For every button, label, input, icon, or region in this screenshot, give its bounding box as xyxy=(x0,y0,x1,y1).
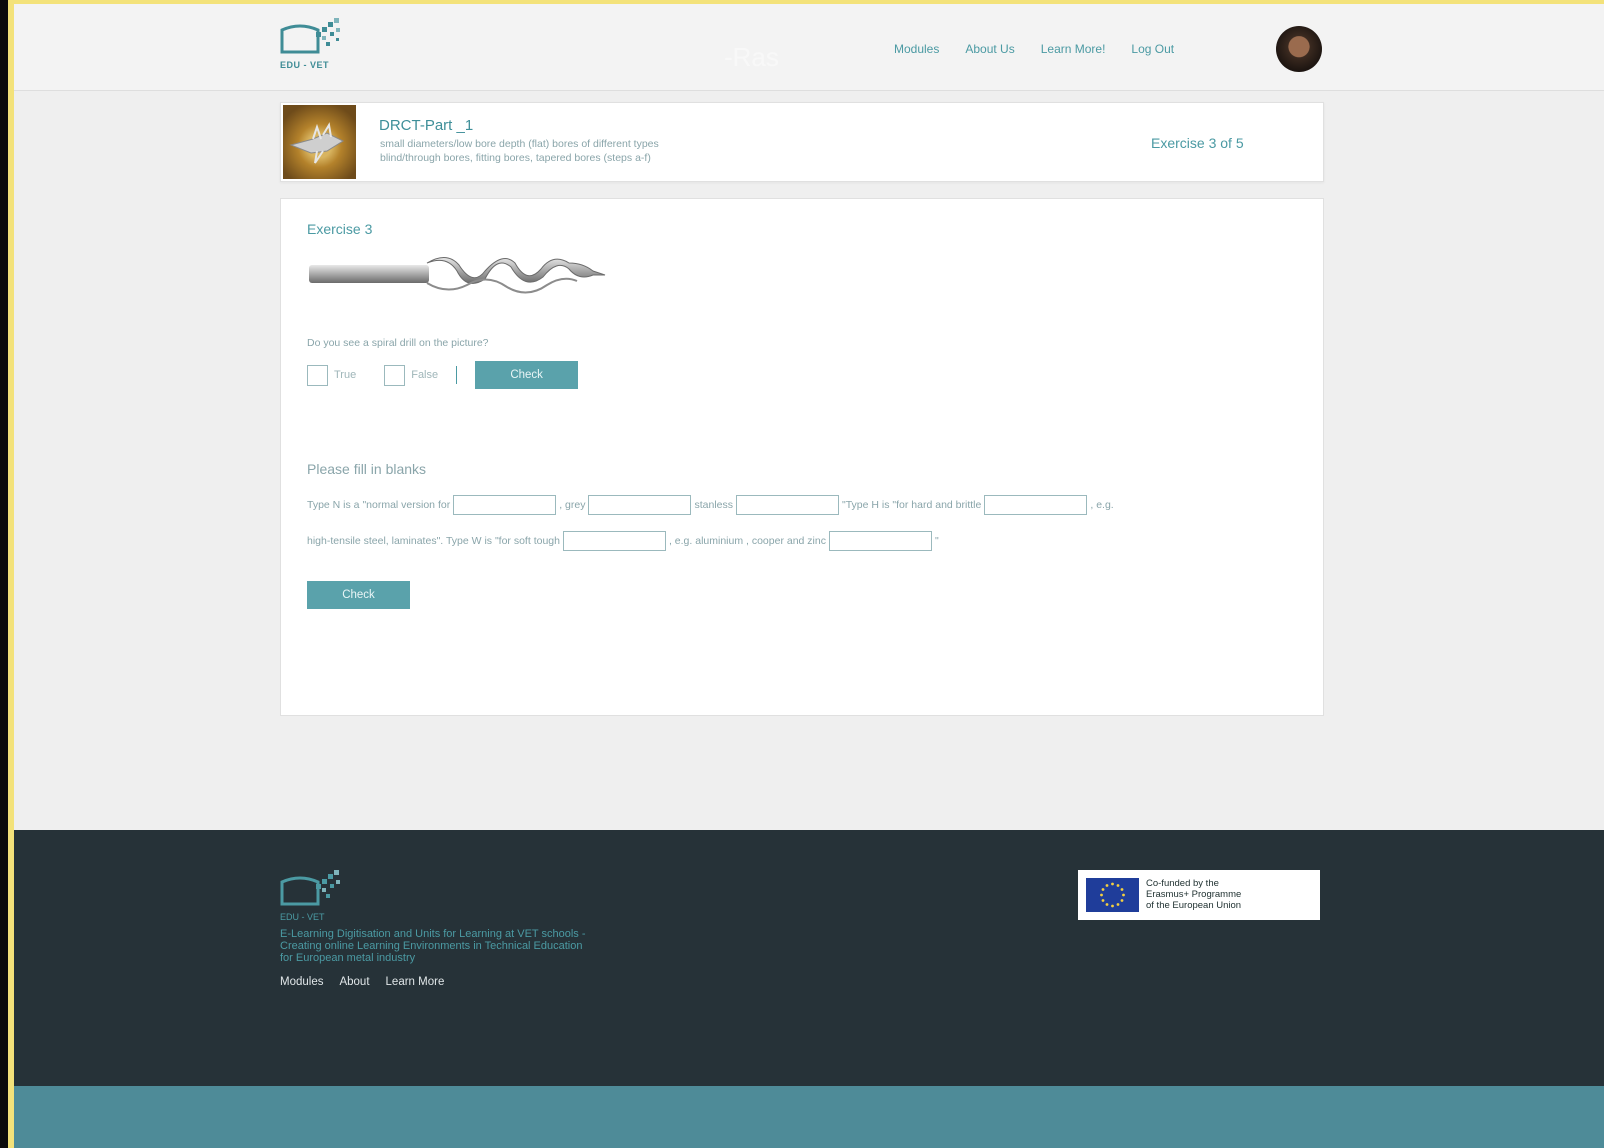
footer-logo-graphic xyxy=(280,870,340,906)
fill-text: Type N is a "normal version for xyxy=(307,499,451,511)
eu-flag-icon xyxy=(1086,878,1139,912)
blank-input-4[interactable] xyxy=(984,495,1088,515)
exercise-title: Exercise 3 xyxy=(307,221,373,237)
footer-links: Modules About Learn More xyxy=(280,976,444,988)
fill-text: "Type H is "for hard and brittle xyxy=(842,499,982,511)
blank-input-6[interactable] xyxy=(828,531,932,551)
eu-stars xyxy=(1100,882,1125,908)
fill-text: , e.g. xyxy=(1090,499,1114,511)
bottom-bar xyxy=(14,1086,1604,1148)
edu-vet-logo[interactable]: EDU - VET xyxy=(280,18,344,74)
check-blanks-button[interactable]: Check xyxy=(307,581,410,609)
module-description: small diameters/low bore depth (flat) bo… xyxy=(380,138,659,164)
true-false-row: True False Check xyxy=(307,361,579,389)
blank-input-2[interactable] xyxy=(588,495,692,515)
false-checkbox[interactable] xyxy=(384,364,406,386)
exercise-progress: Exercise 3 of 5 xyxy=(1151,135,1244,151)
separator xyxy=(456,366,458,384)
blank-input-3[interactable] xyxy=(736,495,839,515)
fill-line-1: Type N is a "normal version for , grey s… xyxy=(307,495,1114,515)
fill-text: , grey xyxy=(559,499,586,511)
exercise-panel: Exercise 3 Do you see a spiral drill on … xyxy=(280,198,1324,716)
eu-cofunded-badge: Co-funded by the Erasmus+ Programme of t… xyxy=(1078,870,1320,920)
true-checkbox[interactable] xyxy=(307,364,328,386)
logo-graphic xyxy=(280,18,340,54)
nav-about-us[interactable]: About Us xyxy=(965,42,1014,56)
module-thumbnail xyxy=(283,105,356,179)
logo-text: EDU - VET xyxy=(280,60,330,70)
fill-blanks-title: Please fill in blanks xyxy=(307,461,427,477)
blank-input-1[interactable] xyxy=(453,495,557,515)
module-title: DRCT-Part _1 xyxy=(379,117,474,134)
false-label: False xyxy=(411,369,439,381)
fill-text: high-tensile steel, laminates". Type W i… xyxy=(307,535,560,547)
question-text: Do you see a spiral drill on the picture… xyxy=(307,337,489,349)
nav-learn-more[interactable]: Learn More! xyxy=(1041,42,1106,56)
site-footer: EDU - VET E-Learning Digitisation and Un… xyxy=(14,830,1604,1086)
site-header: EDU - VET -Ras Modules About Us Learn Mo… xyxy=(14,4,1604,91)
footer-link-about[interactable]: About xyxy=(339,976,369,988)
user-avatar[interactable] xyxy=(1276,26,1322,72)
nav-log-out[interactable]: Log Out xyxy=(1131,42,1174,56)
eu-cofunded-text: Co-funded by the Erasmus+ Programme of t… xyxy=(1146,878,1242,911)
fill-text: , e.g. aluminium , cooper and zinc xyxy=(668,535,826,547)
nav-modules[interactable]: Modules xyxy=(894,42,939,56)
main-nav: Modules About Us Learn More! Log Out xyxy=(894,42,1174,56)
footer-logo[interactable]: EDU - VET xyxy=(280,870,344,922)
fill-text: stanless xyxy=(694,499,733,511)
fill-line-2: high-tensile steel, laminates". Type W i… xyxy=(307,531,939,551)
footer-link-modules[interactable]: Modules xyxy=(280,976,323,988)
blank-input-5[interactable] xyxy=(562,531,666,551)
header-ghost-text: -Ras xyxy=(724,42,779,72)
footer-tagline: E-Learning Digitisation and Units for Le… xyxy=(280,928,586,964)
module-thumbnail-graphic xyxy=(289,122,345,164)
fill-text: " xyxy=(934,535,939,547)
footer-link-learn-more[interactable]: Learn More xyxy=(386,976,445,988)
module-card: DRCT-Part _1 small diameters/low bore de… xyxy=(280,102,1324,182)
true-label: True xyxy=(334,369,357,381)
footer-logo-text: EDU - VET xyxy=(280,912,325,922)
frame-left xyxy=(0,0,8,1148)
drill-image xyxy=(309,257,606,294)
page: EDU - VET -Ras Modules About Us Learn Mo… xyxy=(14,4,1604,1148)
check-true-false-button[interactable]: Check xyxy=(475,361,579,389)
